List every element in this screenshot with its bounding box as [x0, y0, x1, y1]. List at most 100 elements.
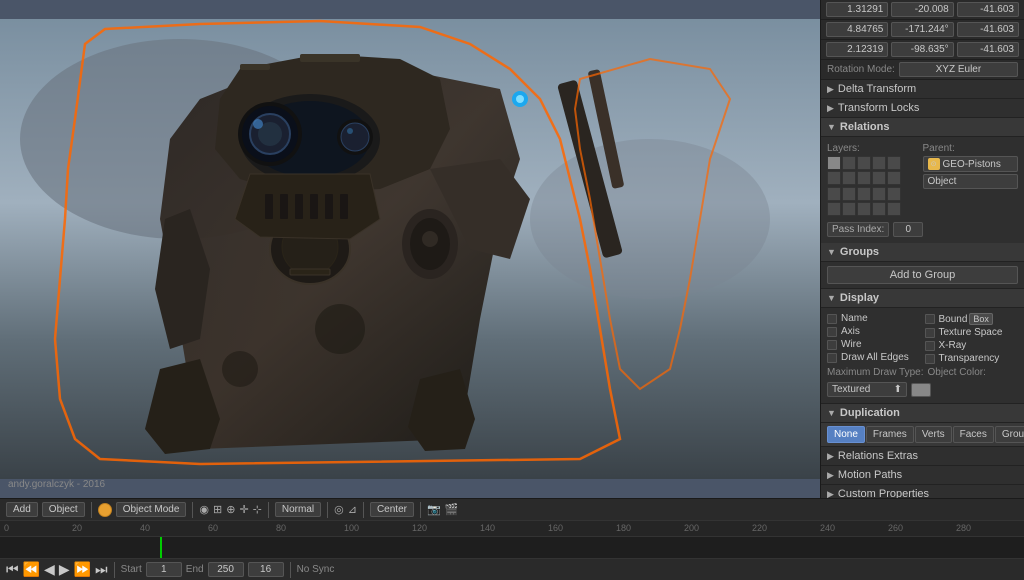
layer-btn-3[interactable] — [857, 156, 871, 170]
timeline-mark-140: 140 — [480, 523, 495, 533]
timeline-mark-220: 220 — [752, 523, 767, 533]
layer-btn-6[interactable] — [827, 171, 841, 185]
proportional-icon[interactable]: ◎ — [334, 503, 344, 516]
texture-space-checkbox[interactable] — [925, 328, 935, 338]
max-draw-row: Maximum Draw Type: Object Color: — [827, 365, 1018, 380]
object-type-box[interactable]: Object — [923, 174, 1019, 189]
draw-all-edges-checkbox[interactable] — [827, 353, 837, 363]
rotation-mode-label: Rotation Mode: — [827, 64, 895, 75]
layer-btn-13[interactable] — [857, 187, 871, 201]
relations-content: Layers: — [821, 137, 1024, 243]
loc-z-1[interactable]: -41.603 — [957, 2, 1019, 17]
duplication-section-header[interactable]: ▼ Duplication — [821, 404, 1024, 423]
layer-btn-17[interactable] — [842, 202, 856, 216]
motion-paths-section[interactable]: ▶ Motion Paths — [821, 466, 1024, 485]
name-checkbox[interactable] — [827, 314, 837, 324]
wire-label: Wire — [841, 339, 862, 350]
layer-btn-8[interactable] — [857, 171, 871, 185]
step-back-button[interactable]: ⏪ — [23, 561, 40, 578]
relations-section-header[interactable]: ▼ Relations — [821, 118, 1024, 137]
skip-start-button[interactable]: ⏮ — [6, 561, 19, 578]
viewport-credit: andy.goralczyk - 2016 — [8, 479, 105, 490]
layer-btn-9[interactable] — [872, 171, 886, 185]
name-checkbox-item: Name — [827, 313, 921, 324]
cursor-icon[interactable]: ✛ — [239, 503, 248, 516]
transparency-checkbox[interactable] — [925, 354, 935, 364]
play-button[interactable]: ▶ — [59, 561, 70, 578]
layer-btn-7[interactable] — [842, 171, 856, 185]
layer-btn-1[interactable] — [827, 156, 841, 170]
dup-verts-button[interactable]: Verts — [915, 426, 952, 443]
layer-btn-18[interactable] — [857, 202, 871, 216]
loc-y-1[interactable]: -20.008 — [891, 2, 953, 17]
viewport[interactable]: andy.goralczyk - 2016 — [0, 0, 820, 498]
dup-group-button[interactable]: Group — [995, 426, 1024, 443]
start-frame-field[interactable]: 1 — [146, 562, 182, 577]
rot-z-1[interactable]: -41.603 — [957, 22, 1019, 37]
transform-locks-section[interactable]: ▶ Transform Locks — [821, 99, 1024, 118]
duplication-label: Duplication — [840, 407, 900, 419]
delta-transform-section[interactable]: ▶ Delta Transform — [821, 80, 1024, 99]
play-reverse-button[interactable]: ◀ — [44, 561, 55, 578]
snap-icon[interactable]: ⊕ — [226, 503, 235, 516]
draw-type-select[interactable]: Textured ⬆ — [827, 382, 907, 397]
add-button[interactable]: Add — [6, 502, 38, 517]
layer-btn-11[interactable] — [827, 187, 841, 201]
relations-extras-section[interactable]: ▶ Relations Extras — [821, 447, 1024, 466]
layer-btn-5[interactable] — [887, 156, 901, 170]
scale-y[interactable]: -98.635° — [891, 42, 953, 57]
rot-x-1[interactable]: 4.84765 — [826, 22, 888, 37]
layer-btn-4[interactable] — [872, 156, 886, 170]
move-icon[interactable]: ⊹ — [253, 503, 262, 516]
camera-icon[interactable]: 📷 — [427, 503, 441, 516]
scale-z[interactable]: -41.603 — [957, 42, 1019, 57]
dup-frames-button[interactable]: Frames — [866, 426, 914, 443]
pass-index-btn[interactable]: Pass Index: — [827, 222, 889, 237]
dup-faces-button[interactable]: Faces — [953, 426, 994, 443]
right-panel: 1.31291 -20.008 -41.603 4.84765 -171.244… — [820, 0, 1024, 498]
current-frame-field[interactable]: 16 — [248, 562, 284, 577]
dup-none-button[interactable]: None — [827, 426, 865, 443]
view-icon-1[interactable]: ◉ — [199, 503, 209, 516]
layer-btn-16[interactable] — [827, 202, 841, 216]
transform-row-1: 1.31291 -20.008 -41.603 — [821, 0, 1024, 20]
parent-name-box[interactable]: ⊙ GEO-Pistons — [923, 156, 1019, 172]
add-to-group-button[interactable]: Add to Group — [827, 266, 1018, 284]
snap-magnet-icon[interactable]: ⊿ — [348, 503, 357, 516]
loc-x-1[interactable]: 1.31291 — [826, 2, 888, 17]
object-color-swatch[interactable] — [911, 383, 931, 397]
layer-btn-10[interactable] — [887, 171, 901, 185]
center-button[interactable]: Center — [370, 502, 414, 517]
layer-btn-12[interactable] — [842, 187, 856, 201]
layer-btn-2[interactable] — [842, 156, 856, 170]
mode-button[interactable]: Object Mode — [116, 502, 187, 517]
skip-end-button[interactable]: ⏭ — [95, 561, 108, 578]
object-button[interactable]: Object — [42, 502, 85, 517]
name-label: Name — [841, 313, 868, 324]
view-icon-2[interactable]: ⊞ — [213, 503, 222, 516]
custom-properties-section[interactable]: ▶ Custom Properties — [821, 485, 1024, 498]
rot-y-1[interactable]: -171.244° — [891, 22, 953, 37]
layer-btn-19[interactable] — [872, 202, 886, 216]
end-frame-field[interactable]: 250 — [208, 562, 244, 577]
timeline-track[interactable] — [0, 537, 1024, 558]
step-forward-button[interactable]: ⏩ — [74, 561, 91, 578]
scale-x[interactable]: 2.12319 — [826, 42, 888, 57]
draw-type-row: Textured ⬆ — [827, 380, 1018, 399]
display-section-header[interactable]: ▼ Display — [821, 289, 1024, 308]
xray-checkbox[interactable] — [925, 341, 935, 351]
render-icon[interactable]: 🎬 — [445, 503, 459, 516]
normal-button[interactable]: Normal — [275, 502, 321, 517]
groups-label: Groups — [840, 246, 879, 258]
layer-btn-15[interactable] — [887, 187, 901, 201]
layer-btn-20[interactable] — [887, 202, 901, 216]
xray-label: X-Ray — [939, 340, 967, 351]
layer-btn-14[interactable] — [872, 187, 886, 201]
bound-type[interactable]: Box — [969, 313, 993, 325]
rotation-mode-value[interactable]: XYZ Euler — [899, 62, 1018, 77]
axis-checkbox[interactable] — [827, 327, 837, 337]
bound-checkbox[interactable] — [925, 314, 935, 324]
pass-index-value[interactable]: 0 — [893, 222, 923, 237]
groups-section-header[interactable]: ▼ Groups — [821, 243, 1024, 262]
wire-checkbox[interactable] — [827, 340, 837, 350]
